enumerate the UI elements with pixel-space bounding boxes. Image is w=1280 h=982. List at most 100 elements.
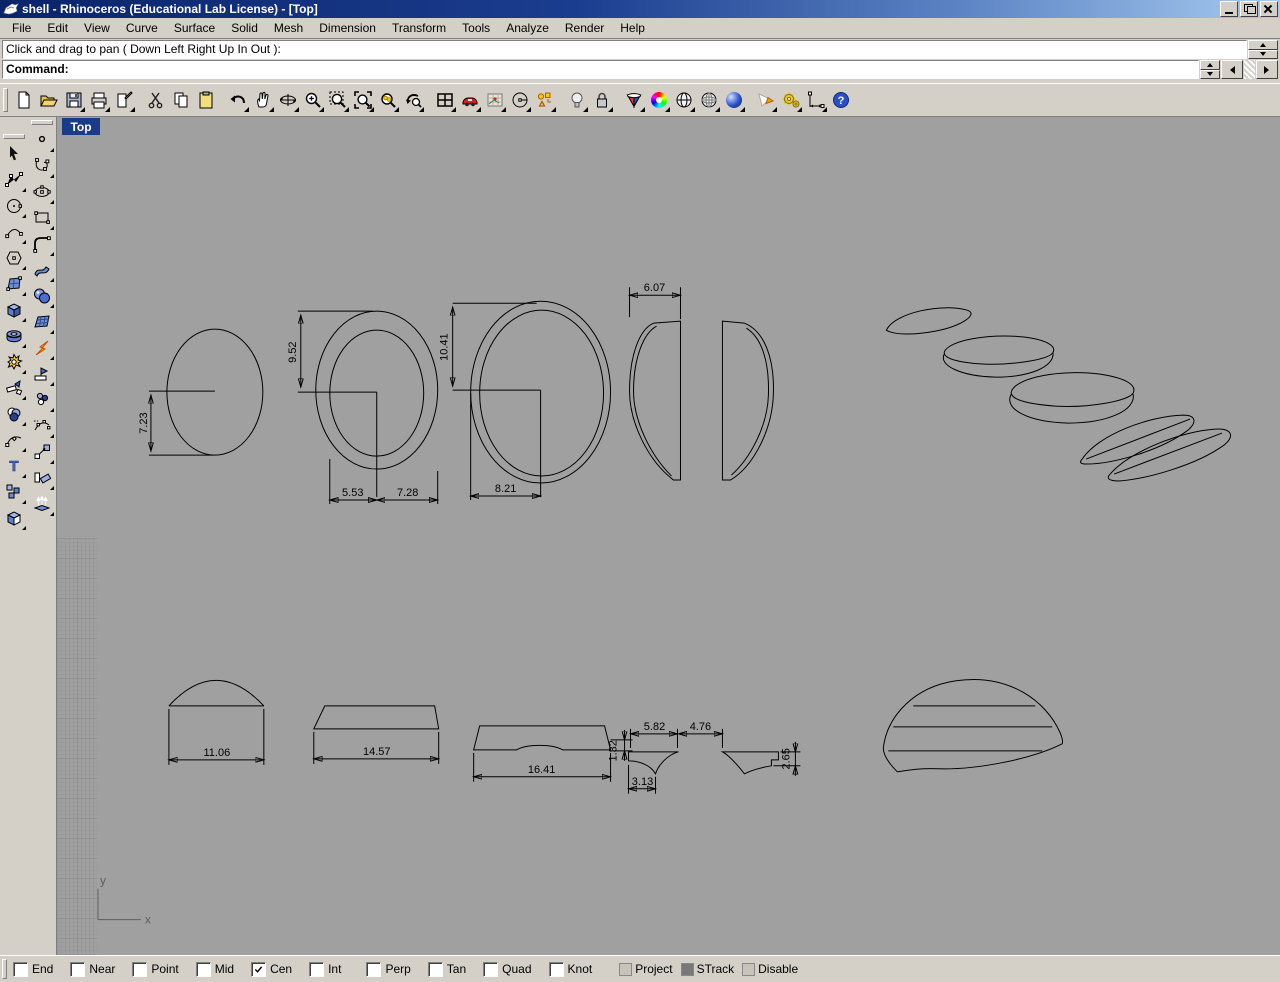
menu-render[interactable]: Render	[557, 19, 612, 37]
menu-curve[interactable]: Curve	[118, 19, 166, 37]
zoom-selected-button[interactable]	[375, 88, 400, 113]
dim-dome-width[interactable]: 11.06	[169, 708, 264, 765]
undo-view-button[interactable]	[400, 88, 425, 113]
grid-view-button[interactable]	[696, 88, 721, 113]
zoom-window-button[interactable]	[325, 88, 350, 113]
side-profile-left[interactable]	[629, 320, 681, 481]
select-button[interactable]	[1, 141, 27, 167]
shell-slice-5[interactable]	[1107, 428, 1232, 482]
color-wheel-button[interactable]	[646, 88, 671, 113]
move-button[interactable]	[29, 439, 55, 465]
menu-view[interactable]: View	[76, 19, 118, 37]
spotlight-button[interactable]	[753, 88, 778, 113]
copy-button[interactable]	[168, 88, 193, 113]
dim-base-width[interactable]: 16.41	[474, 752, 611, 782]
curved-surface-button[interactable]	[29, 257, 55, 283]
svg-text:4.76[interactable]: 4.76	[690, 721, 711, 733]
join-button[interactable]	[1, 401, 27, 427]
checkbox-tan[interactable]	[427, 961, 443, 977]
snap-perp[interactable]: Perp	[366, 961, 411, 977]
mode-strack[interactable]: STrack	[680, 962, 734, 976]
snap-end[interactable]: End	[13, 961, 53, 977]
edit-page-button[interactable]	[111, 88, 136, 113]
toolbar-grip[interactable]	[3, 88, 8, 112]
fillet-button[interactable]	[29, 231, 55, 257]
cut-button[interactable]	[143, 88, 168, 113]
shell-slice-1[interactable]	[885, 307, 972, 335]
menu-file[interactable]: File	[4, 19, 39, 37]
cplane-button[interactable]	[507, 88, 532, 113]
svg-text:7.28[interactable]: 7.28	[397, 487, 418, 499]
snap-near[interactable]: Near	[70, 961, 115, 977]
drawing-canvas[interactable]: 7.23 9.52 5.53 7.28 10.41 8.21 6.07 11.0…	[57, 117, 1280, 955]
history-scrollbar[interactable]	[1248, 40, 1278, 59]
spin-up-icon[interactable]	[1200, 60, 1220, 70]
rotate-view-button[interactable]	[275, 88, 300, 113]
dim-trapezoid-width[interactable]: 14.57	[314, 731, 439, 764]
options-button[interactable]	[778, 88, 803, 113]
svg-text:3.13[interactable]: 3.13	[632, 776, 653, 788]
menu-help[interactable]: Help	[612, 19, 653, 37]
checkbox-cen-checked[interactable]	[251, 961, 267, 977]
curve-handle-button[interactable]	[1, 427, 27, 453]
shell-slice-3[interactable]	[1009, 372, 1135, 424]
dim-notch-top[interactable]: 5.82 4.76	[631, 721, 723, 748]
svg-text:1.32[interactable]: 1.32	[608, 740, 620, 761]
snap-quad[interactable]: Quad	[483, 961, 532, 977]
snap-tan[interactable]: Tan	[427, 961, 466, 977]
restore-button[interactable]	[1240, 1, 1258, 17]
copy-rotate-button[interactable]	[29, 465, 55, 491]
shell-slice-2[interactable]	[942, 335, 1055, 378]
group-button[interactable]	[1, 479, 27, 505]
menu-analyze[interactable]: Analyze	[498, 19, 557, 37]
svg-text:11.06[interactable]: 11.06	[204, 747, 231, 759]
checkbox-point[interactable]	[132, 961, 148, 977]
render-preview-button[interactable]	[621, 88, 646, 113]
svg-text:8.21[interactable]: 8.21	[495, 483, 516, 495]
base-plate-profile[interactable]	[473, 725, 612, 751]
rebuild-button[interactable]	[29, 413, 55, 439]
dim-profile-width[interactable]: 6.07	[630, 282, 681, 320]
curve-points-button[interactable]	[29, 153, 55, 179]
menu-transform[interactable]: Transform	[384, 19, 454, 37]
svg-text:6.07[interactable]: 6.07	[644, 282, 665, 294]
arc-button[interactable]	[1, 219, 27, 245]
notch-profile-left[interactable]	[628, 751, 679, 776]
checkbox-quad[interactable]	[483, 961, 499, 977]
save-button[interactable]	[61, 88, 86, 113]
dome-profile[interactable]	[168, 679, 265, 707]
mesh-surface-button[interactable]	[29, 309, 55, 335]
osnap-button[interactable]	[532, 88, 557, 113]
split-button[interactable]	[29, 361, 55, 387]
trim-button[interactable]	[1, 375, 27, 401]
dim-ellipse1-height[interactable]: 7.23	[138, 395, 213, 456]
svg-text:16.41[interactable]: 16.41	[528, 764, 556, 776]
snap-point[interactable]: Point	[132, 961, 179, 977]
text-button[interactable]: T	[1, 453, 27, 479]
dim-ellipse2-widths[interactable]: 5.53 7.28	[330, 459, 438, 505]
checkbox-knot[interactable]	[548, 961, 564, 977]
dimension-button[interactable]	[803, 88, 828, 113]
explode-button[interactable]	[29, 335, 55, 361]
new-file-button[interactable]	[11, 88, 36, 113]
shaded-view-button[interactable]	[671, 88, 696, 113]
polygon-button[interactable]	[1, 245, 27, 271]
side-profile-right[interactable]	[721, 320, 774, 481]
shell-outline[interactable]	[882, 679, 1064, 773]
mode-disable[interactable]: Disable	[742, 962, 798, 976]
control-points-button[interactable]	[1, 167, 27, 193]
snap-int[interactable]: Int	[309, 961, 341, 977]
boolean-button[interactable]	[1, 505, 27, 531]
pan-button[interactable]	[250, 88, 275, 113]
svg-text:7.23[interactable]: 7.23	[138, 412, 150, 433]
circle-button[interactable]	[1, 193, 27, 219]
zoom-in-button[interactable]	[300, 88, 325, 113]
named-views-button[interactable]	[457, 88, 482, 113]
scroll-down-icon[interactable]	[1248, 49, 1278, 59]
dim-notch-right-height[interactable]: 2.65	[773, 741, 801, 776]
notch-profile-right[interactable]	[720, 751, 779, 775]
viewport-top[interactable]: Top 7.23 9.52 5.53 7.28 10.41 8.21 6.07 …	[56, 117, 1280, 955]
svg-text:2.65[interactable]: 2.65	[780, 748, 792, 769]
checkbox-mid[interactable]	[195, 961, 211, 977]
sidebar-grip[interactable]	[3, 134, 25, 139]
